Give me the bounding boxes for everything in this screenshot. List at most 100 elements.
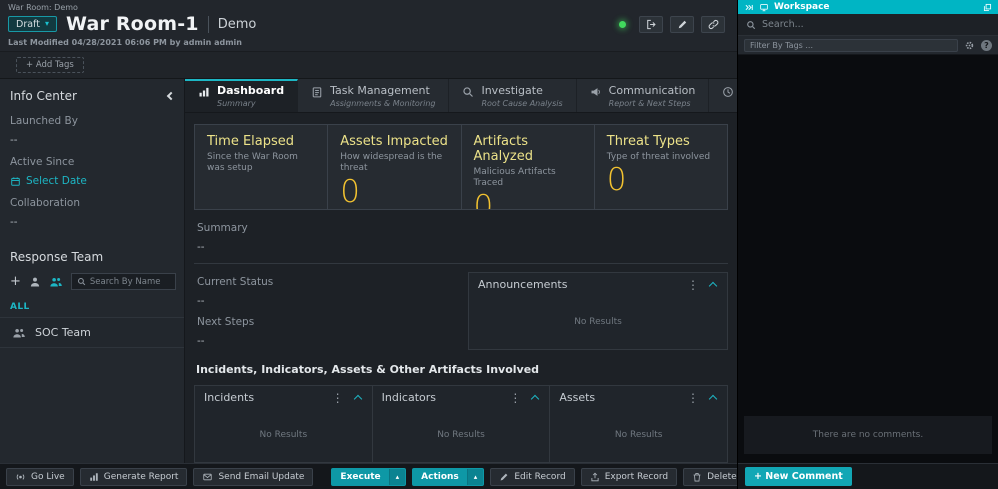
workspace-search-input[interactable] [762,19,990,30]
stat-desc: How widespread is the threat [340,152,448,175]
collapse-workspace-icon[interactable] [744,3,754,12]
broadcast-icon [15,472,26,482]
launched-by-label: Launched By [10,115,174,127]
new-comment-button[interactable]: + New Comment [745,467,852,486]
collaboration-value: -- [10,216,174,228]
kebab-menu-icon[interactable]: ⋮ [678,279,708,291]
actions-button[interactable]: Actions ▴ [412,468,484,486]
title-divider [208,16,209,33]
no-comments-message: There are no comments. [744,416,992,454]
summary-value: -- [197,241,725,253]
tab-communication[interactable]: CommunicationReport & Next Steps [577,79,710,112]
tab-timeline[interactable]: TimelineWar Room Audit Trail [709,79,737,112]
team-row-soc[interactable]: SOC Team [0,317,184,348]
calendar-icon [10,176,21,187]
go-live-button[interactable]: Go Live [6,468,74,486]
status-badge-label: Draft [16,19,40,30]
collapse-panel-icon[interactable] [353,395,361,403]
next-steps-value: -- [197,335,455,347]
summary-label: Summary [197,222,725,234]
incidents-panel: Incidents ⋮ No Results [195,386,373,462]
export-record-button[interactable]: Export Record [581,468,677,486]
stat-value: 0 [340,177,448,208]
war-room-header: War Room: Demo Draft ▾ War Room-1 Demo [0,0,737,52]
tab-sublabel: Assignments & Monitoring [330,99,435,108]
stat-card-time-elapsed: Time Elapsed Since the War Room was setu… [195,125,328,209]
tab-bar: DashboardSummary Task Management Assignme… [185,79,737,113]
status-dropdown[interactable]: Draft ▾ [8,16,57,32]
copy-link-button[interactable] [701,16,725,33]
active-since-field: Active Since Select Date [0,146,184,187]
caret-up-icon[interactable]: ▴ [389,469,406,485]
add-tags-button[interactable]: + Add Tags [16,57,84,73]
settings-gear-icon[interactable] [964,40,975,51]
tab-sublabel: Report & Next Steps [609,99,696,108]
workspace-filter-row: ? [738,36,998,55]
collapse-panel-icon[interactable] [531,395,539,403]
team-search-input[interactable] [90,277,170,287]
generate-report-button[interactable]: Generate Report [80,468,188,486]
edit-war-room-button[interactable] [670,16,694,33]
workspace-search-row [738,14,998,36]
help-icon[interactable]: ? [981,40,992,51]
edit-record-button[interactable]: Edit Record [490,468,574,486]
tab-sublabel: Summary [217,99,284,108]
search-icon [746,20,756,30]
last-modified-text: Last Modified 04/28/2021 06:06 PM by adm… [8,38,727,47]
popout-window-icon[interactable] [983,3,992,12]
kebab-menu-icon[interactable]: ⋮ [323,392,353,404]
kebab-menu-icon[interactable]: ⋮ [678,392,708,404]
caret-up-icon[interactable]: ▴ [467,469,484,485]
info-center-title: Info Center [10,89,77,103]
war-room-app: War Room: Demo Draft ▾ War Room-1 Demo [0,0,998,489]
stat-desc: Since the War Room was setup [207,152,315,175]
link-icon [708,19,719,30]
export-record-label: Export Record [605,472,668,482]
pencil-icon [677,19,688,30]
status-section: Current Status -- Next Steps -- [194,272,458,350]
indicators-title: Indicators [382,391,501,404]
tab-task-management[interactable]: Task Management Assignments & Monitoring [298,79,449,112]
team-filter-all[interactable]: ALL [0,296,184,317]
stats-row: Time Elapsed Since the War Room was setu… [194,124,728,210]
add-member-button[interactable]: + [10,275,21,288]
filter-by-tags-input[interactable] [744,39,958,52]
select-date-link[interactable]: Select Date [10,175,174,187]
team-filter-button[interactable] [49,276,63,288]
assets-empty: No Results [550,408,727,462]
sign-out-icon [646,19,657,30]
tab-dashboard[interactable]: DashboardSummary [185,79,298,112]
stat-title: Time Elapsed [207,134,315,149]
kebab-menu-icon[interactable]: ⋮ [500,392,530,404]
workspace-panel: Workspace ? There are no comments. + New… [737,0,998,489]
leave-room-button[interactable] [639,16,663,33]
stat-value: 0 [474,192,582,210]
export-icon [590,472,600,482]
users-icon [49,276,63,288]
current-status-label: Current Status [197,276,455,288]
status-row: Current Status -- Next Steps -- Announce… [194,272,728,350]
comments-area: There are no comments. [738,55,998,463]
workspace-footer: + New Comment [738,463,998,489]
tab-label: Task Management [330,84,435,97]
collapse-panel-icon[interactable] [709,282,717,290]
search-icon [77,277,86,286]
collapse-sidebar-icon[interactable] [167,92,175,100]
execute-button[interactable]: Execute ▴ [331,468,406,486]
announcements-panel: Announcements ⋮ No Results [468,272,728,350]
caret-down-icon: ▾ [45,20,49,28]
announcements-title: Announcements [478,278,678,291]
workspace-title: Workspace [774,2,978,12]
tab-sublabel: Root Cause Analysis [481,99,562,108]
announcements-empty: No Results [469,295,727,349]
next-steps-label: Next Steps [197,316,455,328]
trash-icon [692,472,702,482]
tab-investigate[interactable]: InvestigateRoot Cause Analysis [449,79,576,112]
send-email-update-label: Send Email Update [218,472,304,482]
send-email-update-button[interactable]: Send Email Update [193,468,313,486]
active-since-label: Active Since [10,156,174,168]
user-filter-button[interactable] [29,276,41,288]
pencil-icon [499,472,509,482]
clipboard-icon [311,86,323,98]
collapse-panel-icon[interactable] [709,395,717,403]
